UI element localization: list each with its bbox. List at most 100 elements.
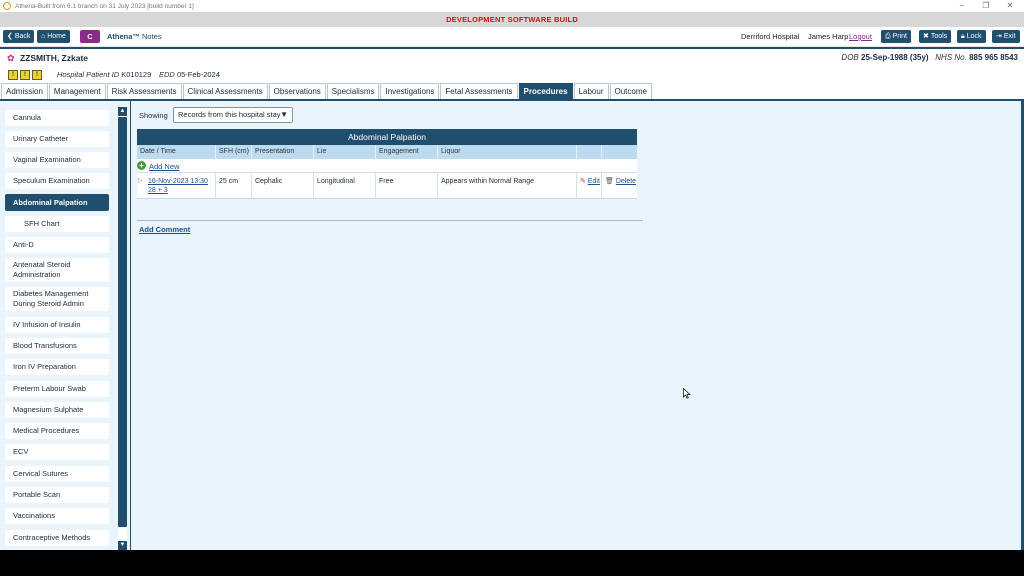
scrollbar-thumb[interactable] (118, 117, 127, 527)
pencil-icon[interactable]: ✎ (580, 178, 586, 185)
back-button[interactable]: ❮ Back (3, 30, 35, 43)
user-name: James Harp (808, 32, 849, 41)
sidebar-item-sfh-chart[interactable]: SFH Chart (5, 216, 109, 232)
showing-label: Showing (139, 111, 168, 120)
sidebar-item-blood-transfusions[interactable]: Blood Transfusions (5, 338, 109, 354)
alert-icon[interactable]: ! (20, 70, 30, 80)
delete-link[interactable]: Delete (616, 178, 636, 185)
tab-clinical-assessments[interactable]: Clinical Assessments (182, 83, 268, 99)
sidebar-item-contraceptive-methods[interactable]: Contraceptive Methods (5, 530, 109, 546)
content-area: Cannula Urinary Catheter Vaginal Examina… (0, 101, 1024, 550)
record-gestation-link[interactable]: 28 + 3 (148, 187, 168, 194)
sidebar-item-medical-procedures[interactable]: Medical Procedures (5, 423, 109, 439)
patient-dob: 25-Sep-1988 (35y) (861, 53, 929, 62)
close-icon[interactable]: ✕ (998, 0, 1022, 12)
sidebar-item-iv-insulin[interactable]: IV Infusion of Insulin (5, 317, 109, 333)
dropdown-arrow-icon: ▼ (280, 110, 288, 119)
tab-admission[interactable]: Admission (1, 83, 48, 99)
alert-icon[interactable]: ! (8, 70, 18, 80)
tools-button[interactable]: ✖ Tools (919, 30, 952, 43)
sidebar-item-antenatal-steroid[interactable]: Antenatal Steroid Administration (5, 258, 109, 282)
chevron-left-icon: ❮ (7, 33, 13, 40)
sidebar-item-magnesium-sulphate[interactable]: Magnesium Sulphate (5, 402, 109, 418)
sidebar-item-iron-iv[interactable]: Iron IV Preparation (5, 359, 109, 375)
sidebar-item-vaginal-examination[interactable]: Vaginal Examination (5, 152, 109, 168)
scroll-down-icon[interactable]: ▼ (118, 541, 127, 550)
home-icon: ⌂ (41, 33, 46, 40)
sidebar-item-urinary-catheter[interactable]: Urinary Catheter (5, 131, 109, 147)
lock-icon: 🔒︎ (961, 33, 965, 40)
sidebar-item-ecv[interactable]: ECV (5, 444, 109, 460)
sidebar-scrollbar[interactable]: ▲ ▼ (118, 107, 127, 550)
alert-icon[interactable]: ! (32, 70, 42, 80)
main-tabs: Admission Management Risk Assessments Cl… (0, 83, 1024, 101)
printer-icon: ⎙ (885, 33, 891, 40)
sfh-cell: 25 cm (215, 173, 251, 199)
record-datetime-link[interactable]: 16-Nov-2023 13:30 (148, 178, 208, 185)
divider (137, 220, 643, 221)
print-button[interactable]: ⎙ Print (881, 30, 912, 43)
sidebar-divider (130, 101, 131, 550)
tab-management[interactable]: Management (48, 83, 106, 99)
edit-link[interactable]: Edit (588, 178, 600, 185)
column-header: Lie (313, 145, 375, 159)
expand-icon[interactable]: ▷ (138, 177, 143, 184)
mouse-cursor-icon (683, 388, 691, 399)
tab-risk-assessments[interactable]: Risk Assessments (106, 83, 182, 99)
wrench-icon: ✖ (923, 33, 929, 40)
trash-icon[interactable]: 🗑︎ (605, 178, 614, 185)
sidebar-item-portable-scan[interactable]: Portable Scan (5, 487, 109, 503)
brand: Athena™ Notes (107, 32, 162, 41)
tab-observations[interactable]: Observations (268, 83, 326, 99)
lie-cell: Longitudinal (313, 173, 375, 199)
table-row: ▷ 16-Nov-2023 13:30 28 + 3 25 cm Cephali… (137, 173, 637, 199)
tab-procedures[interactable]: Procedures (518, 83, 573, 99)
tab-outcome[interactable]: Outcome (609, 83, 652, 99)
c-button[interactable]: C (80, 30, 100, 43)
presentation-cell: Cephalic (251, 173, 313, 199)
home-button[interactable]: ⌂ Home (37, 30, 70, 43)
procedures-sidebar: Cannula Urinary Catheter Vaginal Examina… (5, 107, 111, 548)
panel-title: Abdominal Palpation (137, 129, 637, 145)
column-header: Engagement (375, 145, 437, 159)
abdominal-palpation-panel: Abdominal Palpation Date / Time SFH (cm)… (137, 129, 637, 199)
patient-header: ✿ ZZSMITH, Zzkate DOB 25-Sep-1988 (35y) … (0, 47, 1024, 67)
edit-cell: ✎ Edit (576, 173, 601, 199)
app-window: Athena-Built from 6.1 branch on 31 July … (0, 0, 1024, 550)
table-header: Date / Time SFH (cm) Presentation Lie En… (137, 145, 637, 159)
sidebar-item-anti-d[interactable]: Anti-D (5, 237, 109, 253)
add-comment-link[interactable]: Add Comment (139, 225, 190, 234)
sidebar-item-speculum-examination[interactable]: Speculum Examination (5, 173, 109, 189)
lock-button[interactable]: 🔒︎ Lock (957, 30, 986, 43)
tab-specialisms[interactable]: Specialisms (326, 83, 380, 99)
hospital-name: Derriford Hospital (741, 32, 800, 41)
tab-labour[interactable]: Labour (573, 83, 609, 99)
scroll-up-icon[interactable]: ▲ (118, 107, 127, 116)
sidebar-item-cannula[interactable]: Cannula (5, 110, 109, 126)
sidebar-item-preterm-labour-swab[interactable]: Preterm Labour Swab (5, 381, 109, 397)
column-header: Liquor (437, 145, 576, 159)
tab-fetal-assessments[interactable]: Fetal Assessments (440, 83, 518, 99)
sidebar-item-cervical-sutures[interactable]: Cervical Sutures (5, 466, 109, 482)
sidebar-item-vaccinations[interactable]: Vaccinations (5, 508, 109, 524)
flower-icon: ✿ (7, 53, 15, 63)
add-icon[interactable]: + (137, 161, 146, 170)
sidebar-item-diabetes-management[interactable]: Diabetes Management During Steroid Admin (5, 287, 109, 311)
column-header: Date / Time (140, 148, 176, 155)
development-banner: DEVELOPMENT SOFTWARE BUILD (0, 12, 1024, 27)
records-filter-select[interactable]: Records from this hospital stay ▼ (173, 107, 293, 123)
tab-investigations[interactable]: Investigations (380, 83, 440, 99)
patient-identifiers: DOB 25-Sep-1988 (35y) NHS No. 885 965 85… (841, 53, 1018, 62)
edd: EDD 05-Feb-2024 (159, 70, 220, 79)
delete-cell: 🗑︎ Delete (601, 173, 637, 199)
sidebar-item-abdominal-palpation[interactable]: Abdominal Palpation (5, 194, 109, 211)
restore-icon[interactable]: ❐ (974, 0, 998, 12)
logout-link[interactable]: Logout (849, 31, 872, 42)
add-new-link[interactable]: Add New (149, 162, 179, 171)
exit-icon: ⇥ (996, 33, 1002, 40)
exit-button[interactable]: ⇥ Exit (992, 30, 1020, 43)
record-datetime-cell: 16-Nov-2023 13:30 28 + 3 (145, 173, 215, 199)
patient-name: ZZSMITH, Zzkate (20, 53, 89, 63)
minimize-icon[interactable]: – (950, 0, 974, 12)
add-new-row: + Add New (137, 159, 637, 173)
